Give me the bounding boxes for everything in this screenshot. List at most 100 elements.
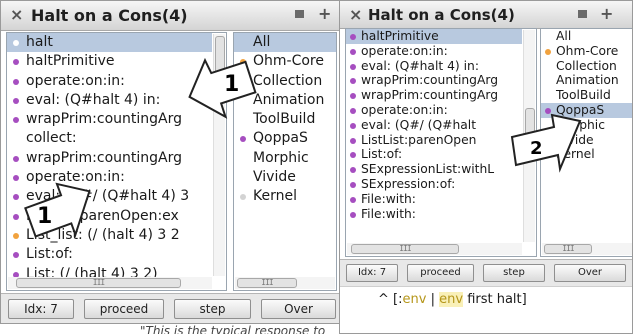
item-label: Collection	[253, 72, 323, 89]
item-label: File:with:	[361, 206, 416, 221]
item-label: wrapPrim:countingArg	[361, 88, 499, 103]
debugger-button-bar: Idx: 7 proceed step Over	[340, 259, 632, 286]
window-title: Halt on a Cons(4)	[31, 6, 188, 25]
block-bar: |	[430, 292, 435, 307]
scroll-thumb[interactable]: III	[237, 278, 297, 288]
callout-number: 1	[37, 204, 52, 229]
class-horizontal-scrollbar[interactable]: III	[235, 277, 335, 289]
block-arg: env	[402, 292, 427, 307]
item-label: SExpressionList:withL	[361, 162, 495, 177]
stack-frame-item[interactable]: File:with:	[346, 192, 522, 207]
stack-frame-item[interactable]: collect:	[7, 129, 212, 148]
proceed-button[interactable]: proceed	[407, 264, 474, 282]
item-label: ListList:parenOpen	[361, 132, 477, 147]
class-category-item[interactable]: Ohm-Core	[541, 43, 632, 59]
class-category-item[interactable]: Collection	[541, 58, 632, 74]
debugger-window-left: × Halt on a Cons(4) + halt haltPrimitive o…	[0, 0, 341, 324]
purple-dot-icon	[13, 213, 19, 220]
item-label: operate:on:in:	[361, 102, 448, 117]
code-pane[interactable]: ^ [:env | env first halt]	[340, 286, 632, 333]
stack-frame-item[interactable]: operate:on:in:	[346, 44, 522, 59]
close-icon[interactable]: ×	[349, 5, 362, 24]
item-label: wrapPrim:countingArg	[26, 149, 182, 166]
item-label: Ohm-Core	[253, 53, 324, 70]
item-label: eval: (Q#halt 4) in:	[26, 91, 161, 108]
scroll-thumb[interactable]: III	[16, 278, 181, 288]
scroll-thumb[interactable]: III	[544, 244, 592, 254]
collapse-icon[interactable]	[578, 10, 587, 18]
purple-dot-icon	[13, 59, 19, 66]
close-icon[interactable]: ×	[10, 5, 23, 24]
class-category-item[interactable]: All	[541, 29, 632, 44]
purple-dot-icon	[350, 211, 356, 218]
stack-frame-item[interactable]: halt	[7, 33, 212, 53]
stack-frame-item[interactable]: List:of:	[346, 147, 522, 162]
caption-fragment: "This is the typical response to	[140, 324, 326, 334]
stack-frame-item[interactable]: wrapPrim:countingArg	[346, 73, 522, 88]
class-category-item[interactable]: ToolBuild	[234, 110, 336, 129]
purple-dot-icon	[350, 122, 356, 129]
over-button[interactable]: Over	[261, 299, 336, 319]
stack-frame-item[interactable]: haltPrimitive	[7, 52, 212, 71]
item-label: List: (/ (halt 4) 3 2)	[26, 265, 158, 277]
debugger-button-bar: Idx: 7 proceed step Over	[1, 293, 340, 323]
over-button[interactable]: Over	[554, 264, 626, 282]
class-horizontal-scrollbar[interactable]: III	[542, 243, 632, 255]
purple-dot-icon	[350, 93, 356, 100]
class-category-item[interactable]: Kernel	[234, 187, 336, 206]
title-bar[interactable]: × Halt on a Cons(4) +	[1, 1, 340, 31]
stack-horizontal-scrollbar[interactable]: III	[8, 277, 212, 289]
stack-frame-item[interactable]: operate:on:in:	[346, 103, 522, 118]
item-label: ToolBuild	[253, 111, 316, 128]
code-line[interactable]: ^ [:env | env first halt]	[378, 292, 527, 307]
stack-frame-item[interactable]: File:with:	[346, 207, 522, 222]
index-button[interactable]: Idx: 7	[8, 299, 74, 319]
item-label: Animation	[556, 73, 619, 88]
orange-dot-icon	[13, 232, 19, 239]
window-menu-icon[interactable]: +	[600, 4, 613, 23]
proceed-button[interactable]: proceed	[84, 299, 164, 319]
item-label: Collection	[556, 58, 617, 73]
stack-frame-item[interactable]: wrapPrim:countingArg	[7, 149, 212, 168]
item-label: Ohm-Core	[556, 43, 619, 58]
item-label: wrapPrim:countingArg	[26, 111, 182, 128]
step-button[interactable]: step	[174, 299, 251, 319]
title-bar[interactable]: × Halt on a Cons(4) +	[340, 1, 632, 29]
stack-frame-item[interactable]: SExpressionList:withL	[346, 162, 522, 177]
stack-frame-item[interactable]: wrapPrim:countingArg	[7, 110, 212, 129]
stack-frame-item[interactable]: ListList:parenOpen	[346, 133, 522, 148]
class-category-item[interactable]: Vivide	[234, 168, 336, 187]
stack-frame-item[interactable]: wrapPrim:countingArg	[346, 88, 522, 103]
stack-frame-item[interactable]: SExpression:of:	[346, 177, 522, 192]
purple-dot-icon	[13, 252, 19, 259]
class-category-item[interactable]: ToolBuild	[541, 88, 632, 103]
stack-frame-item[interactable]: eval: (Q#halt 4) in:	[346, 59, 522, 74]
stack-frame-item[interactable]: eval: (Q#halt 4) in:	[7, 91, 212, 110]
light-dot-icon	[13, 40, 19, 46]
purple-dot-icon	[13, 194, 19, 201]
stack-frame-item[interactable]: List:of:	[7, 245, 212, 264]
item-label: halt	[26, 34, 53, 50]
stack-frame-item[interactable]: operate:on:in:	[7, 72, 212, 91]
class-category-item[interactable]: Animation	[541, 73, 632, 88]
purple-dot-icon	[350, 196, 356, 203]
stack-frame-item[interactable]: eval: (Q#/ (Q#halt	[346, 118, 522, 133]
stack-frame-item[interactable]: List: (/ (halt 4) 3 2)	[7, 265, 212, 277]
collapse-icon[interactable]	[295, 10, 304, 18]
class-category-item[interactable]: QoppaS	[234, 129, 336, 148]
window-menu-icon[interactable]: +	[318, 4, 331, 23]
debugger-window-right: × Halt on a Cons(4) + haltPrimitive opera…	[339, 0, 633, 334]
index-button[interactable]: Idx: 7	[346, 264, 398, 282]
class-category-item[interactable]: All	[234, 33, 336, 53]
purple-dot-icon	[13, 117, 19, 124]
callout-arrow-1-top: 1	[188, 57, 257, 119]
item-label: haltPrimitive	[26, 53, 115, 70]
stack-frame-item[interactable]: haltPrimitive	[346, 29, 522, 44]
class-category-item[interactable]: Morphic	[234, 149, 336, 168]
scroll-thumb[interactable]: III	[351, 244, 459, 254]
block-open: [:	[393, 292, 403, 307]
item-label: File:with:	[361, 191, 416, 206]
callout-number: 1	[224, 72, 239, 97]
stack-horizontal-scrollbar[interactable]: III	[347, 243, 522, 255]
step-button[interactable]: step	[483, 264, 545, 282]
